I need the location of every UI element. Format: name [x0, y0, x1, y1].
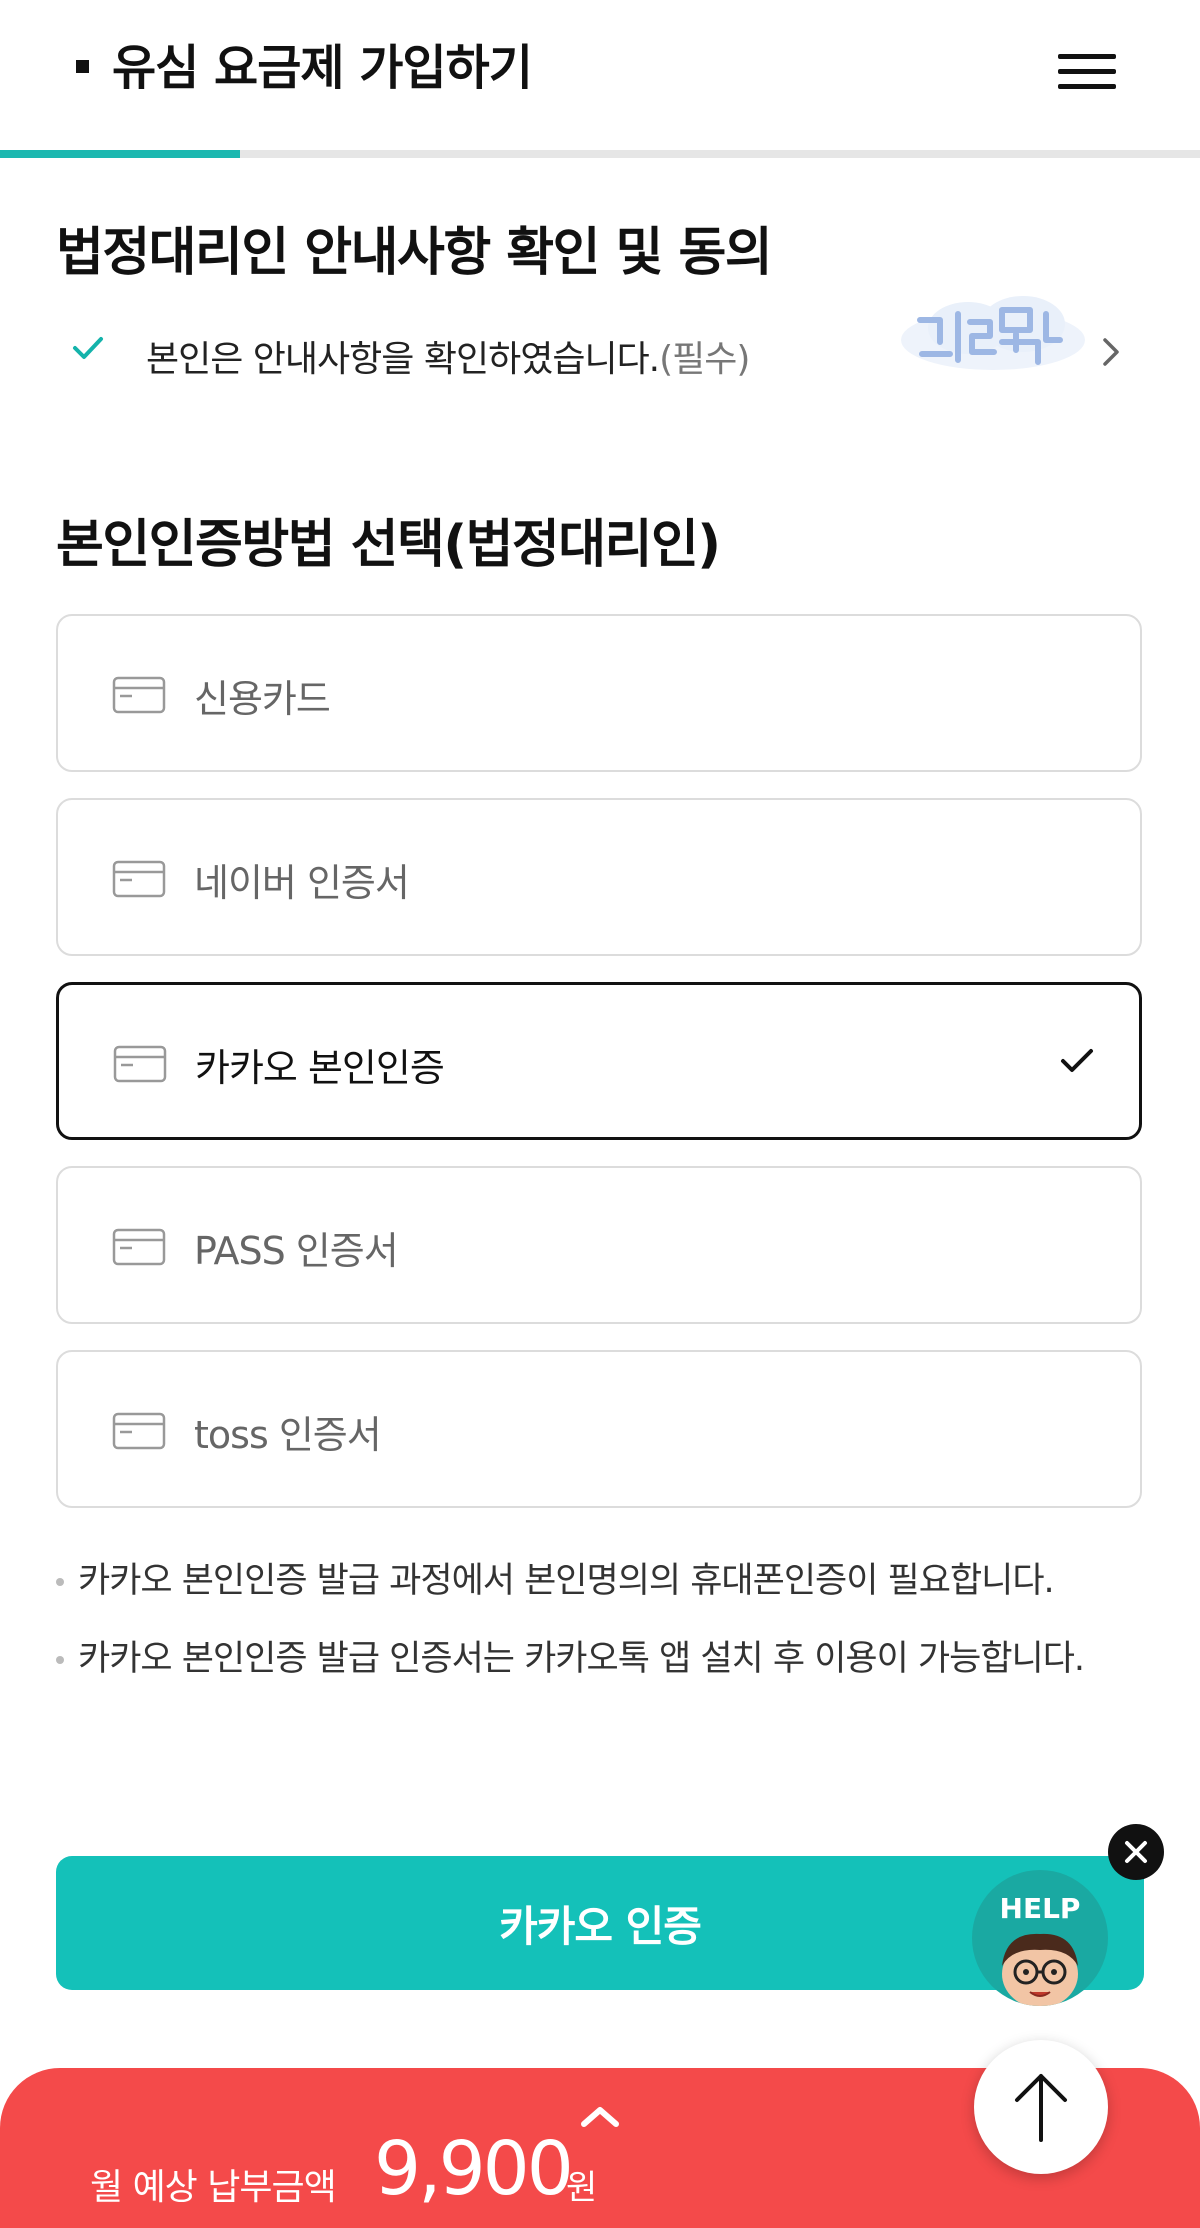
note-text: 카카오 본인인증 발급 과정에서 본인명의의 휴대폰인증이 필요합니다.	[78, 1561, 1055, 1601]
credit-card-icon	[112, 676, 166, 718]
close-help-button[interactable]	[1108, 1824, 1164, 1880]
check-icon[interactable]	[70, 330, 106, 370]
auth-option-toss[interactable]: toss 인증서	[56, 1350, 1142, 1508]
auth-option-label: 네이버 인증서	[194, 861, 410, 905]
auth-option-label: toss 인증서	[194, 1413, 382, 1457]
credit-card-icon	[112, 860, 166, 902]
credit-card-icon	[112, 1228, 166, 1270]
chevron-up-icon[interactable]	[578, 2104, 622, 2134]
progress-fill	[0, 150, 240, 158]
cloud-sticker-icon	[898, 280, 1088, 380]
required-label: (필수)	[659, 339, 750, 380]
checkmark-icon	[1059, 1045, 1095, 1081]
help-chatbot-button[interactable]: HELP	[972, 1870, 1108, 2006]
close-icon	[1125, 1841, 1147, 1863]
page-title: 유심 요금제 가입하기	[112, 40, 533, 96]
note-item: 카카오 본인인증 발급 과정에서 본인명의의 휴대폰인증이 필요합니다.	[56, 1552, 1146, 1610]
monthly-price-amount: 9,900	[374, 2126, 574, 2212]
price-unit: 원	[566, 2168, 598, 2208]
arrow-up-icon	[1015, 2074, 1067, 2142]
agree-label: 본인은 안내사항을 확인하였습니다.	[146, 339, 660, 380]
auth-option-label: 카카오 본인인증	[195, 1046, 445, 1090]
bullet-dot	[56, 1578, 64, 1586]
auth-option-credit-card[interactable]: 신용카드	[56, 614, 1142, 772]
auth-option-kakao[interactable]: 카카오 본인인증	[56, 982, 1142, 1140]
character-face-icon	[1002, 1933, 1078, 2006]
agree-text: 본인은 안내사항을 확인하였습니다.(필수)	[146, 330, 750, 382]
progress-bar	[0, 150, 1200, 158]
scroll-top-button[interactable]	[974, 2040, 1108, 2174]
auth-method-title: 본인인증방법 선택(법정대리인)	[56, 515, 721, 575]
monthly-price-label: 월 예상 납부금액	[90, 2167, 337, 2208]
credit-card-icon	[113, 1045, 167, 1087]
page-header: 유심 요금제 가입하기	[0, 0, 1200, 150]
note-item: 카카오 본인인증 발급 인증서는 카카오톡 앱 설치 후 이용이 가능합니다.	[56, 1630, 1146, 1688]
auth-option-pass[interactable]: PASS 인증서	[56, 1166, 1142, 1324]
chevron-right-icon[interactable]	[1096, 332, 1126, 376]
guardian-notice-title: 법정대리인 안내사항 확인 및 동의	[56, 223, 773, 283]
title-bullet	[76, 60, 89, 73]
bullet-dot	[56, 1656, 64, 1664]
hamburger-menu-icon[interactable]	[1058, 52, 1116, 92]
auth-option-naver[interactable]: 네이버 인증서	[56, 798, 1142, 956]
credit-card-icon	[112, 1412, 166, 1454]
auth-option-label: 신용카드	[194, 677, 331, 721]
note-text: 카카오 본인인증 발급 인증서는 카카오톡 앱 설치 후 이용이 가능합니다.	[78, 1639, 1085, 1679]
auth-option-label: PASS 인증서	[194, 1229, 399, 1273]
